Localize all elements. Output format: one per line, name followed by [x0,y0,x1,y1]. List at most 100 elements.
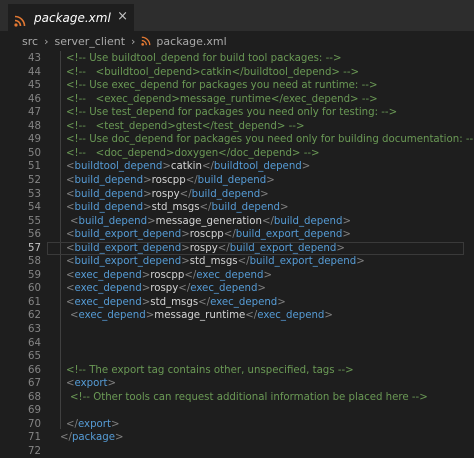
breadcrumb-item-server-client[interactable]: server_client [54,35,125,48]
code-editor[interactable]: 43 <!-- Use buildtool_depend for build to… [0,51,474,457]
code-line[interactable]: 47 <!-- Use test_depend for packages you … [0,106,474,120]
bracket-token: < [66,229,75,241]
code-line[interactable]: 54 <build_depend>std_msgs</build_depend> [0,201,474,215]
line-number: 53 [28,188,41,200]
comment-token: <!-- <doc_depend>doxygen</doc_depend> --… [66,147,320,159]
bracket-token: > [277,296,286,308]
bracket-token: > [301,161,311,173]
code-line[interactable]: 60 <exec_depend>rospy</exec_depend> [0,282,474,296]
code-line[interactable]: 46 <!-- <exec_depend>message_runtime</exe… [0,93,474,107]
bracket-token: </ [261,215,274,227]
bracket-token: > [263,269,272,281]
breadcrumb-item-src[interactable]: src [22,35,38,48]
code-text: <!-- <exec_depend>message_runtime</exec_… [66,93,378,107]
code-line[interactable]: 70 </export> [0,418,474,432]
bracket-token: < [66,161,75,173]
bracket-token: < [66,174,75,186]
code-line[interactable]: 66 <!-- The export tag contains other, un… [0,364,474,378]
bracket-token: > [145,310,155,322]
code-line[interactable]: 63 [0,323,474,337]
code-line[interactable]: 61 <exec_depend>std_msgs</exec_depend> [0,296,474,310]
code-text: <build_depend>rospy</build_depend> [66,188,269,202]
code-line[interactable]: 55 <build_depend>message_generation</buil… [0,215,474,229]
bracket-token: < [66,269,75,281]
code-line[interactable]: 71 </package> [0,431,474,445]
bracket-token: </ [198,296,211,308]
line-number: 45 [28,80,41,92]
comment-token: <!-- Use test_depend for packages you ne… [66,107,398,119]
line-number: 64 [28,337,41,349]
bracket-token: > [181,229,190,241]
code-line[interactable]: 59 <exec_depend>roscpp</exec_depend> [0,269,474,283]
bracket-token: > [143,202,152,214]
code-line[interactable]: 48 <!-- <test_depend>gtest</test_depend> … [0,120,474,134]
close-icon[interactable]: × [117,9,128,24]
line-number: 57 [28,242,41,254]
code-line[interactable]: 58 <build_export_depend>std_msgs</build_e… [0,255,474,269]
code-line[interactable]: 65 [0,350,474,364]
line-number: 60 [28,283,41,295]
code-line[interactable]: 67 <export> [0,377,474,391]
chevron-right-icon: › [44,34,49,48]
tag-name-token: exec_depend [190,283,258,295]
code-text: <!-- Use test_depend for packages you ne… [66,106,397,120]
bracket-token: > [143,188,152,200]
code-text: <build_depend>std_msgs</build_depend> [66,201,289,215]
tag-name-token: build_export_depend [229,242,337,254]
line-number: 52 [28,174,41,186]
code-line[interactable]: 51 <buildtool_depend>catkin</buildtool_de… [0,160,474,174]
comment-token: <!-- <test_depend>gtest</test_depend> --… [66,120,305,132]
code-line[interactable]: 69 [0,404,474,418]
code-line[interactable]: 56 <build_export_depend>roscpp</build_exp… [0,228,474,242]
code-line[interactable]: 49 <!-- Use doc_depend for packages you n… [0,133,474,147]
bracket-token: > [336,242,345,254]
code-line[interactable]: 45 <!-- Use exec_depend for packages you … [0,79,474,93]
code-line[interactable]: 62 <exec_depend>message_runtime</exec_dep… [0,309,474,323]
line-number: 67 [28,378,41,390]
bracket-token: </ [66,418,78,430]
code-line[interactable]: 44 <!-- <buildtool_depend>catkin</buildto… [0,66,474,80]
bracket-token: > [181,256,190,268]
tab-bar: package.xml × [0,0,474,31]
chevron-right-icon: › [131,34,136,48]
bracket-token: < [66,202,75,214]
tag-name-token: build_export_depend [74,229,182,241]
bracket-token: </ [179,188,192,200]
code-line[interactable]: 72 [0,445,474,458]
code-text: <exec_depend>roscpp</exec_depend> [66,269,272,283]
code-text: <build_depend>roscpp</build_depend> [66,174,275,188]
text-token: rospy [150,283,179,295]
line-number: 59 [28,269,41,281]
code-line[interactable]: 53 <build_depend>rospy</build_depend> [0,188,474,202]
rss-icon [14,12,26,27]
bracket-token: < [70,215,79,227]
code-line[interactable]: 68 <!-- Other tools can request additiona… [0,391,474,405]
line-number: 71 [28,432,41,444]
line-number: 65 [28,351,41,363]
bracket-token: > [260,188,269,200]
breadcrumb-item-package-xml[interactable]: package.xml [156,35,226,48]
comment-token: <!-- Other tools can request additional … [70,391,428,403]
bracket-token: < [66,188,75,200]
bracket-token: > [141,296,151,308]
code-line[interactable]: 50 <!-- <doc_depend>doxygen</doc_depend> … [0,147,474,161]
line-number: 51 [28,161,41,173]
bracket-token: < [66,283,75,295]
text-token: std_msgs [151,202,200,214]
bracket-token: > [107,378,117,390]
tag-name-token: build_depend [74,188,144,200]
line-number: 50 [28,147,41,159]
text-token: message_generation [155,215,262,227]
code-line[interactable]: 52 <build_depend>roscpp</build_depend> [0,174,474,188]
bracket-token: > [266,174,275,186]
code-line[interactable]: 43 <!-- Use buildtool_depend for build to… [0,52,474,66]
code-text: <build_export_depend>roscpp</build_expor… [66,228,351,242]
bracket-token: > [257,283,266,295]
line-number: 68 [28,391,41,403]
rss-icon [141,36,151,46]
tag-name-token: build_export_depend [74,256,182,268]
bracket-token: > [342,215,351,227]
code-line[interactable]: 57 <build_export_depend>rospy</build_expo… [0,241,474,256]
code-line[interactable]: 64 [0,337,474,351]
tab-package-xml[interactable]: package.xml × [8,4,134,31]
